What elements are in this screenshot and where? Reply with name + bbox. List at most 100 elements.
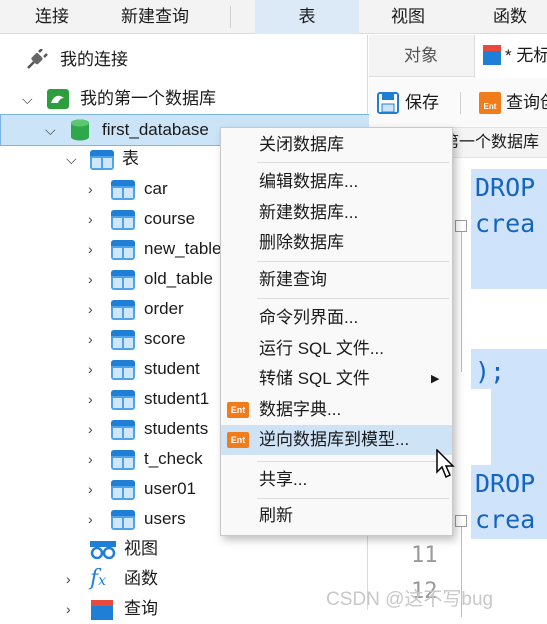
tab-objects[interactable]: 对象 <box>369 35 473 77</box>
connection-label: 我的第一个数据库 <box>80 89 216 108</box>
chevron-right-icon[interactable]: › <box>88 384 93 414</box>
database-icon <box>69 118 91 147</box>
table-name: student <box>144 359 200 378</box>
chevron-right-icon[interactable]: › <box>66 594 71 624</box>
toolbar-separator <box>460 92 461 114</box>
chevron-right-icon[interactable]: › <box>88 414 93 444</box>
views-label: 视图 <box>124 539 158 558</box>
line-number: 11 <box>411 543 438 568</box>
menu-item-dump-sql-file[interactable]: 转储 SQL 文件 ▶ <box>221 364 452 394</box>
database-context-menu: 关闭数据库 编辑数据库... 新建数据库... 删除数据库 新建查询 命令列界面… <box>220 127 453 536</box>
menu-item-label: 运行 SQL 文件... <box>259 339 385 358</box>
chevron-down-icon[interactable]: ⌵ <box>22 84 33 114</box>
table-icon <box>111 330 135 350</box>
database-label: first_database <box>102 120 209 139</box>
fold-toggle-icon[interactable] <box>455 515 467 527</box>
function-icon: fx <box>90 566 107 591</box>
menu-item-new-database[interactable]: 新建数据库... <box>221 198 452 228</box>
table-name: score <box>144 329 186 348</box>
table-name: users <box>144 509 186 528</box>
chevron-right-icon[interactable]: › <box>88 324 93 354</box>
menu-item-label: 刷新 <box>259 506 293 525</box>
table-name: t_check <box>144 449 203 468</box>
submenu-arrow-icon: ▶ <box>431 373 440 385</box>
query-create-icon: Ent <box>479 92 501 114</box>
query-create-label: 查询创 <box>506 93 547 112</box>
menu-new-query[interactable]: 新建查询 <box>100 0 210 34</box>
table-name: old_table <box>144 269 214 288</box>
menu-item-share[interactable]: 共享... <box>221 465 452 495</box>
menu-item-close-database[interactable]: 关闭数据库 <box>221 130 452 160</box>
menu-item-label: 数据字典... <box>259 400 342 419</box>
code-line: DROP <box>475 173 536 202</box>
fold-toggle-icon[interactable] <box>455 220 467 232</box>
menu-item-label: 新建查询 <box>259 270 327 289</box>
chevron-right-icon[interactable]: › <box>88 234 93 264</box>
functions-label: 函数 <box>124 569 158 588</box>
chevron-right-icon[interactable]: › <box>66 564 71 594</box>
chevron-right-icon[interactable]: › <box>88 504 93 534</box>
chevron-right-icon[interactable]: › <box>88 444 93 474</box>
table-name: new_table <box>144 239 222 258</box>
menu-bar: 连接 新建查询 表 视图 函数 <box>0 0 547 34</box>
chevron-right-icon[interactable]: › <box>88 354 93 384</box>
table-icon <box>111 480 135 500</box>
chevron-right-icon[interactable]: › <box>88 294 93 324</box>
menu-item-refresh[interactable]: 刷新 <box>221 501 452 531</box>
table-icon <box>111 510 135 530</box>
menu-function[interactable]: 函数 <box>462 0 547 34</box>
menu-item-label: 关闭数据库 <box>259 135 344 154</box>
menu-item-edit-database[interactable]: 编辑数据库... <box>221 167 452 197</box>
tree-queries-group[interactable]: › 查询 <box>0 594 368 624</box>
query-create-button[interactable]: Ent 查询创 <box>477 88 547 118</box>
menu-item-label: 逆向数据库到模型... <box>259 430 410 449</box>
plug-icon <box>25 48 49 76</box>
tab-untitled-query[interactable]: * 无标 <box>474 35 547 78</box>
menu-item-run-sql-file[interactable]: 运行 SQL 文件... <box>221 334 452 364</box>
table-name: students <box>144 419 209 438</box>
menu-table[interactable]: 表 <box>255 0 359 34</box>
menu-item-new-query[interactable]: 新建查询 <box>221 265 452 295</box>
menu-view[interactable]: 视图 <box>360 0 456 34</box>
tree-connection[interactable]: ⌵ 我的第一个数据库 <box>0 84 368 114</box>
menu-item-data-dictionary[interactable]: Ent 数据字典... <box>221 395 452 425</box>
table-name: order <box>144 299 184 318</box>
menu-item-label: 编辑数据库... <box>259 172 359 191</box>
table-name: car <box>144 179 168 198</box>
menu-separator <box>257 162 449 163</box>
code-line: DROP <box>475 469 536 498</box>
chevron-down-icon[interactable]: ⌵ <box>66 144 77 174</box>
table-icon <box>111 240 135 260</box>
table-icon <box>111 390 135 410</box>
table-icon <box>111 420 135 440</box>
tables-group-label: 表 <box>122 149 139 168</box>
menu-item-reverse-to-model[interactable]: Ent 逆向数据库到模型... <box>221 425 452 455</box>
fold-guide <box>461 232 462 372</box>
mysql-connection-icon <box>47 89 69 109</box>
enterprise-badge-icon: Ent <box>227 432 249 448</box>
table-icon <box>111 360 135 380</box>
chevron-right-icon[interactable]: › <box>88 264 93 294</box>
query-icon <box>483 45 501 65</box>
save-icon <box>377 92 399 119</box>
save-label: 保存 <box>405 93 439 112</box>
tree-root-my-connections[interactable]: 我的连接 <box>0 45 368 75</box>
watermark: CSDN @这不写bug <box>326 589 494 610</box>
tree-functions-group[interactable]: › fx 函数 <box>0 564 368 594</box>
tree-views-group[interactable]: 视图 <box>0 534 368 564</box>
menu-separator <box>230 6 231 28</box>
breadcrumb-database[interactable]: 第一个数据库 <box>443 128 539 158</box>
menu-item-delete-database[interactable]: 删除数据库 <box>221 228 452 258</box>
chevron-right-icon[interactable]: › <box>88 474 93 504</box>
code-line: ); <box>475 357 506 386</box>
editor-tabs: 对象 * 无标 <box>369 35 547 78</box>
table-icon <box>111 270 135 290</box>
menu-connect[interactable]: 连接 <box>8 0 96 34</box>
menu-item-command-line[interactable]: 命令列界面... <box>221 303 452 333</box>
save-button[interactable]: 保存 <box>375 88 455 118</box>
menu-separator <box>257 298 449 299</box>
menu-separator <box>257 498 449 499</box>
chevron-right-icon[interactable]: › <box>88 204 93 234</box>
chevron-right-icon[interactable]: › <box>88 174 93 204</box>
chevron-down-icon[interactable]: ⌵ <box>45 115 56 145</box>
